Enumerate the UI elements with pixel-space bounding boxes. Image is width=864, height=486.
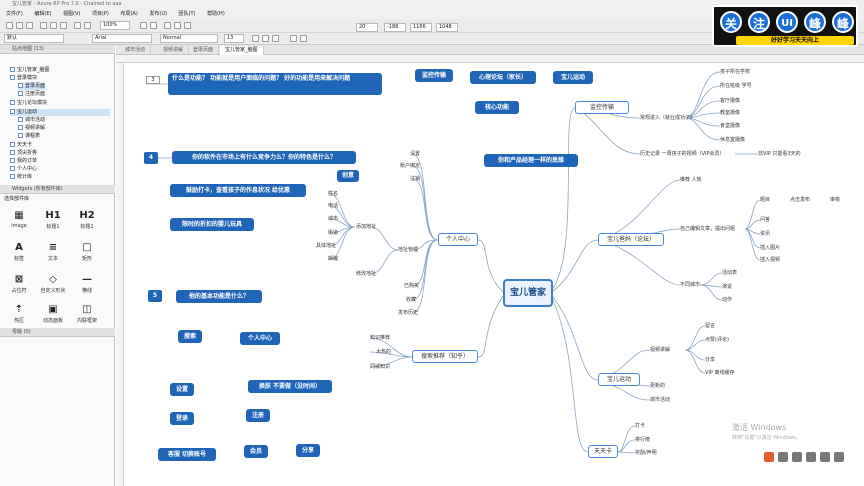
- logo-char: 关: [720, 11, 742, 33]
- forum-leaf[interactable]: 点击发布: [790, 197, 810, 204]
- forum-leaf[interactable]: 插入视频: [760, 257, 780, 264]
- logo-char: 峰: [804, 11, 826, 33]
- forum-leaf[interactable]: 演说: [722, 284, 732, 291]
- address-sub[interactable]: 修改地址: [356, 271, 376, 278]
- note-question-5[interactable]: 他的基本功能是什么？: [176, 290, 262, 303]
- monitor-leaf[interactable]: 客厅摄像: [720, 98, 740, 105]
- feature-login[interactable]: 登录: [170, 412, 194, 425]
- tray-icons: [760, 452, 860, 464]
- grid-icon[interactable]: [834, 452, 844, 462]
- personal-leaf[interactable]: 设置: [410, 151, 420, 158]
- top-monitor[interactable]: 监控传输: [415, 69, 453, 82]
- branch-card[interactable]: 天天卡: [588, 445, 618, 458]
- windows-watermark: 激活 Windows 转到"设置"以激活 Windows。: [732, 423, 801, 443]
- sport-leaf[interactable]: 点赞(评论): [705, 337, 729, 344]
- personal-leaf[interactable]: 地址管理: [398, 247, 418, 254]
- personal-leaf[interactable]: 账户绑定: [400, 163, 420, 170]
- address-field[interactable]: 姓名: [328, 191, 338, 198]
- search-leaf[interactable]: 知识推荐: [370, 335, 390, 342]
- sport-updates[interactable]: 更新的: [650, 383, 665, 390]
- sport-video[interactable]: 视频讲解: [650, 347, 670, 354]
- personal-leaf[interactable]: 注销: [410, 176, 420, 183]
- monitor-leaf[interactable]: 孩子所在学校: [720, 69, 750, 76]
- volume-icon[interactable]: [820, 452, 830, 462]
- note-question-4[interactable]: 你的软件在市场上有什么竞争力么？你的特色是什么？: [172, 151, 356, 164]
- forum-leaf[interactable]: 插入图片: [760, 245, 780, 252]
- watermark-line2: 转到"设置"以激活 Windows。: [732, 435, 801, 441]
- note-number: 5: [148, 290, 162, 302]
- note-number: 4: [144, 152, 158, 164]
- card-leaf[interactable]: 奖励/声明: [635, 450, 657, 457]
- personal-leaf[interactable]: 发布历史: [398, 310, 418, 317]
- monitor-vip-note[interactable]: 非VIP 只能看3天的: [758, 151, 801, 158]
- network-icon[interactable]: [806, 452, 816, 462]
- branch-monitor[interactable]: 监控传输: [575, 101, 629, 114]
- monitor-leaf[interactable]: 食堂摄像: [720, 123, 740, 130]
- note-question-3[interactable]: 什么是功能？ 功能就是用户面临的问题？ 好的功能是用来解决问题: [168, 73, 382, 95]
- branch-personal[interactable]: 个人中心: [438, 233, 478, 246]
- branch-sport[interactable]: 宝儿运动: [598, 373, 640, 386]
- forum-city[interactable]: 不同城市: [680, 282, 700, 289]
- address-field[interactable]: 邮编: [328, 256, 338, 263]
- sport-leaf[interactable]: VIP 离线缓存: [705, 370, 735, 377]
- address-field[interactable]: 城市: [328, 216, 338, 223]
- search-leaf[interactable]: 大热的: [376, 349, 391, 356]
- feature-settings[interactable]: 设置: [170, 383, 194, 396]
- watermark-line1: 激活 Windows: [732, 423, 787, 432]
- sport-city-activity[interactable]: 城市活动: [650, 397, 670, 404]
- logo-slogan: 好好学习天天向上: [736, 36, 854, 45]
- mindmap-center[interactable]: 宝儿管家: [503, 279, 553, 307]
- card-leaf[interactable]: 打卡: [635, 423, 645, 430]
- monitor-history[interactable]: 历史记录 一周孩子的视频（VIP会员）: [640, 151, 725, 158]
- branch-forum[interactable]: 宝儿爸妈（论坛）: [598, 233, 664, 246]
- card-leaf[interactable]: 排行榜: [635, 437, 650, 444]
- feature-register[interactable]: 注册: [246, 409, 270, 422]
- microphone-icon[interactable]: [792, 452, 802, 462]
- feature-vip[interactable]: 会员: [244, 445, 268, 458]
- address-field[interactable]: 街道: [328, 230, 338, 237]
- search-leaf[interactable]: 同城知识: [370, 364, 390, 371]
- note-feature-checkin[interactable]: 鼓励打卡，查看孩子的作息状况 给优惠: [170, 184, 306, 197]
- feature-share[interactable]: 分享: [296, 444, 320, 457]
- top-core-feature[interactable]: 核心功能: [475, 101, 519, 114]
- forum-leaf[interactable]: 资讯: [760, 231, 770, 238]
- logo-char: 注: [748, 11, 770, 33]
- logo-char: 峰: [832, 11, 854, 33]
- address-sub[interactable]: 添加地址: [356, 224, 376, 231]
- feature-skin[interactable]: 换肤 不要做（没时间）: [248, 380, 332, 393]
- monitor-normal[interactable]: 常规进入（就业成功了）: [640, 115, 695, 122]
- forum-edit-article[interactable]: 自己编辑文章，提出问题: [680, 226, 735, 233]
- app-s-icon[interactable]: [764, 452, 774, 462]
- sport-leaf[interactable]: 分享: [705, 357, 715, 364]
- logo-char: UI: [776, 11, 798, 33]
- forum-leaf[interactable]: 活动表: [722, 270, 737, 277]
- personal-leaf[interactable]: 已购买: [404, 283, 419, 290]
- top-forum[interactable]: 心理论坛（家长）: [470, 71, 536, 84]
- feature-search[interactable]: 搜索: [178, 330, 202, 343]
- forum-recommend[interactable]: 推荐 人热: [680, 177, 702, 184]
- monitor-leaf[interactable]: 所在班级 学号: [720, 83, 752, 90]
- note-feature-toys[interactable]: 限时的折扣的婴儿玩具: [170, 218, 254, 231]
- sport-leaf[interactable]: 留言: [705, 323, 715, 330]
- address-field[interactable]: 具体地址: [316, 243, 336, 250]
- note-number: 3: [146, 76, 160, 84]
- monitor-leaf[interactable]: 教室摄像: [720, 110, 740, 117]
- note-creative[interactable]: 创意: [337, 170, 359, 182]
- top-sport[interactable]: 宝儿运动: [553, 71, 593, 84]
- feature-personal-center[interactable]: 个人中心: [240, 332, 280, 345]
- forum-leaf[interactable]: 动作: [722, 297, 732, 304]
- address-field[interactable]: 电话: [328, 203, 338, 210]
- monitor-leaf[interactable]: 休息室摄像: [720, 137, 745, 144]
- forum-leaf[interactable]: 问答: [760, 217, 770, 224]
- feature-service-switch[interactable]: 客服 切换账号: [158, 448, 216, 461]
- forum-leaf[interactable]: 审核: [830, 197, 840, 204]
- channel-logo: 关 注 UI 峰 峰 好好学习天天向上: [712, 5, 858, 47]
- forum-leaf[interactable]: 题目: [760, 197, 770, 204]
- keyboard-icon[interactable]: [778, 452, 788, 462]
- top-pm-mindset[interactable]: 你和产品经理一样的思维: [484, 154, 578, 167]
- branch-search[interactable]: 搜索推荐（知乎）: [412, 350, 478, 363]
- personal-leaf[interactable]: 收藏: [406, 297, 416, 304]
